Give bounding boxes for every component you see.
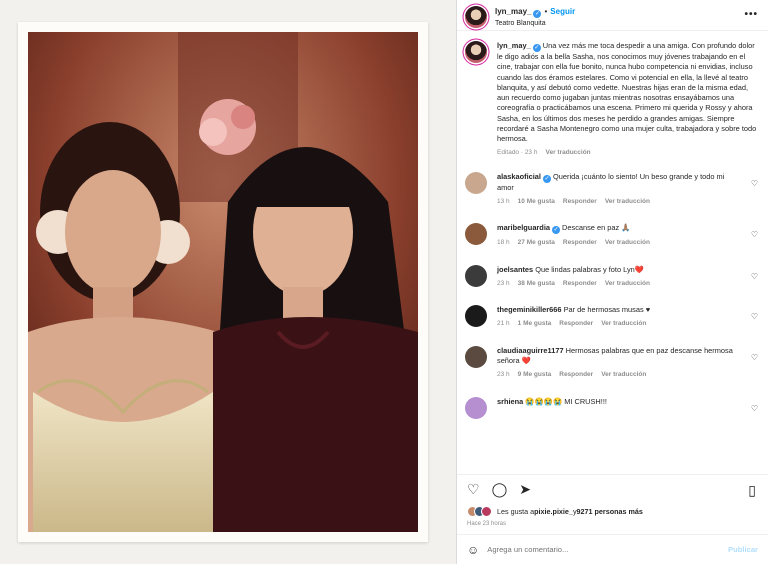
- caption-author-avatar[interactable]: [465, 41, 487, 63]
- comments-scroll-area[interactable]: lyn_may_ ✓ Una vez más me toca despedir a…: [457, 31, 768, 474]
- separator-dot: •: [544, 7, 548, 16]
- post-header: lyn_may_ ✓ • Seguir Teatro Blanquita •••: [457, 0, 768, 31]
- comment-item: joelsantes Que lindas palabras y foto Ly…: [465, 264, 758, 290]
- comment-likes[interactable]: 10 Me gusta: [518, 198, 555, 205]
- send-icon[interactable]: ➤: [519, 481, 531, 498]
- comment-likes[interactable]: 38 Me gusta: [518, 280, 555, 287]
- commenter-username[interactable]: thegeminikiller666: [497, 305, 562, 314]
- comment-time[interactable]: 23 h: [497, 280, 510, 287]
- post-caption: lyn_may_ ✓ Una vez más me toca despedir a…: [465, 41, 758, 156]
- likes-user[interactable]: pixie.pixie_: [534, 507, 573, 516]
- likes-prefix: Les gusta a: [497, 506, 535, 516]
- comment-translate-link[interactable]: Ver traducción: [605, 239, 650, 246]
- commenter-avatar[interactable]: [465, 345, 487, 368]
- follow-button[interactable]: Seguir: [550, 7, 575, 16]
- comment-like-heart-icon[interactable]: ♡: [751, 230, 758, 239]
- verified-badge-icon: ✓: [532, 44, 541, 52]
- post-timestamp[interactable]: Hace 23 horas: [457, 518, 768, 534]
- comment-reply-button[interactable]: Responder: [563, 239, 597, 246]
- comment-reply-button[interactable]: Responder: [559, 320, 593, 327]
- emoji-icon[interactable]: ☺: [467, 543, 479, 557]
- add-comment-bar: ☺ Publicar: [457, 534, 768, 564]
- comment-like-heart-icon[interactable]: ♡: [751, 179, 758, 188]
- comment-icon[interactable]: ◯: [492, 481, 508, 498]
- comment-time[interactable]: 18 h: [497, 239, 510, 246]
- commenter-username[interactable]: alaskaoficial: [497, 172, 541, 181]
- commenter-avatar[interactable]: [465, 305, 487, 328]
- caption-translate-link[interactable]: Ver traducción: [545, 149, 590, 156]
- comment-likes[interactable]: 27 Me gusta: [518, 239, 555, 246]
- caption-text: Una vez más me toca despedir a una amiga…: [497, 41, 757, 144]
- photo-illustration: [28, 32, 418, 532]
- comment-like-heart-icon[interactable]: ♡: [751, 312, 758, 321]
- commenter-username[interactable]: claudiaaguirre1177: [497, 346, 564, 355]
- comment-item: alaskaoficial ✓ Querida ¡cuánto lo siento…: [465, 171, 758, 208]
- liker-avatars[interactable]: [467, 505, 492, 517]
- comment-reply-button[interactable]: Responder: [563, 198, 597, 205]
- comment-text: Par de hermosas musas ♥: [563, 305, 651, 315]
- likes-summary: Les gusta a pixie.pixie_ y 9271 personas…: [457, 504, 768, 518]
- comment-like-heart-icon[interactable]: ♡: [751, 404, 758, 413]
- comment-reply-button[interactable]: Responder: [559, 371, 593, 378]
- post-actions-bar: ♡ ◯ ➤ ▯: [457, 474, 768, 504]
- comment-text: 😭😭😭😭 MI CRUSH!!!: [525, 396, 607, 406]
- comment-item: maribelguardia ✓ Descanse en paz 🙏🏽 18 h 27…: [465, 223, 758, 248]
- comment-likes[interactable]: 1 Me gusta: [518, 320, 552, 327]
- verified-badge-icon: ✓: [542, 174, 551, 183]
- author-avatar[interactable]: [465, 6, 487, 28]
- commenter-username[interactable]: srhiena: [497, 397, 523, 406]
- post-media[interactable]: [0, 0, 456, 564]
- post-side-panel: lyn_may_ ✓ • Seguir Teatro Blanquita ••• ly…: [456, 0, 768, 564]
- comment-likes[interactable]: 9 Me gusta: [518, 371, 552, 378]
- comment-translate-link[interactable]: Ver traducción: [605, 198, 650, 205]
- bookmark-icon[interactable]: ▯: [748, 482, 756, 499]
- author-username[interactable]: lyn_may_: [495, 7, 531, 16]
- comment-item: srhiena 😭😭😭😭 MI CRUSH!!! ♡: [465, 396, 758, 419]
- comment-translate-link[interactable]: Ver traducción: [605, 280, 650, 287]
- more-options-icon[interactable]: •••: [744, 9, 758, 20]
- comment-time[interactable]: 21 h: [497, 320, 510, 327]
- post-photo: [28, 32, 418, 532]
- comment-like-heart-icon[interactable]: ♡: [751, 353, 758, 362]
- comment-translate-link[interactable]: Ver traducción: [601, 320, 646, 327]
- post-location[interactable]: Teatro Blanquita: [495, 18, 575, 29]
- heart-icon[interactable]: ♡: [467, 481, 480, 498]
- commenter-avatar[interactable]: [465, 264, 487, 287]
- comment-translate-link[interactable]: Ver traducción: [601, 371, 646, 378]
- comment-reply-button[interactable]: Responder: [563, 280, 597, 287]
- comment-input[interactable]: [487, 545, 708, 554]
- commenter-avatar[interactable]: [465, 223, 487, 246]
- comment-text: Que lindas palabras y foto Lyn❤️: [535, 264, 644, 274]
- comment-text: Descanse en paz 🙏🏽: [562, 223, 631, 233]
- verified-badge-icon: ✓: [551, 226, 560, 235]
- publish-comment-button[interactable]: Publicar: [728, 545, 758, 554]
- polaroid-frame: [18, 22, 428, 542]
- commenter-avatar[interactable]: [465, 396, 487, 419]
- comment-time[interactable]: 13 h: [497, 198, 510, 205]
- caption-edited-time: Editado · 23 h: [497, 148, 538, 156]
- commenter-username[interactable]: joelsantes: [497, 265, 533, 274]
- comment-time[interactable]: 23 h: [497, 371, 510, 378]
- liker-avatar: [481, 505, 492, 517]
- comment-item: claudiaaguirre1177 Hermosas palabras que…: [465, 345, 758, 381]
- commenter-avatar[interactable]: [465, 171, 487, 194]
- verified-badge-icon: ✓: [533, 10, 542, 18]
- caption-username[interactable]: lyn_may_: [497, 41, 531, 50]
- instagram-post: lyn_may_ ✓ • Seguir Teatro Blanquita ••• ly…: [0, 0, 768, 564]
- likes-count[interactable]: 9271 personas más: [577, 507, 643, 516]
- comments-list: alaskaoficial ✓ Querida ¡cuánto lo siento…: [465, 171, 758, 419]
- comment-like-heart-icon[interactable]: ♡: [751, 272, 758, 281]
- comment-item: thegeminikiller666 Par de hermosas musas…: [465, 305, 758, 330]
- commenter-username[interactable]: maribelguardia: [497, 223, 550, 232]
